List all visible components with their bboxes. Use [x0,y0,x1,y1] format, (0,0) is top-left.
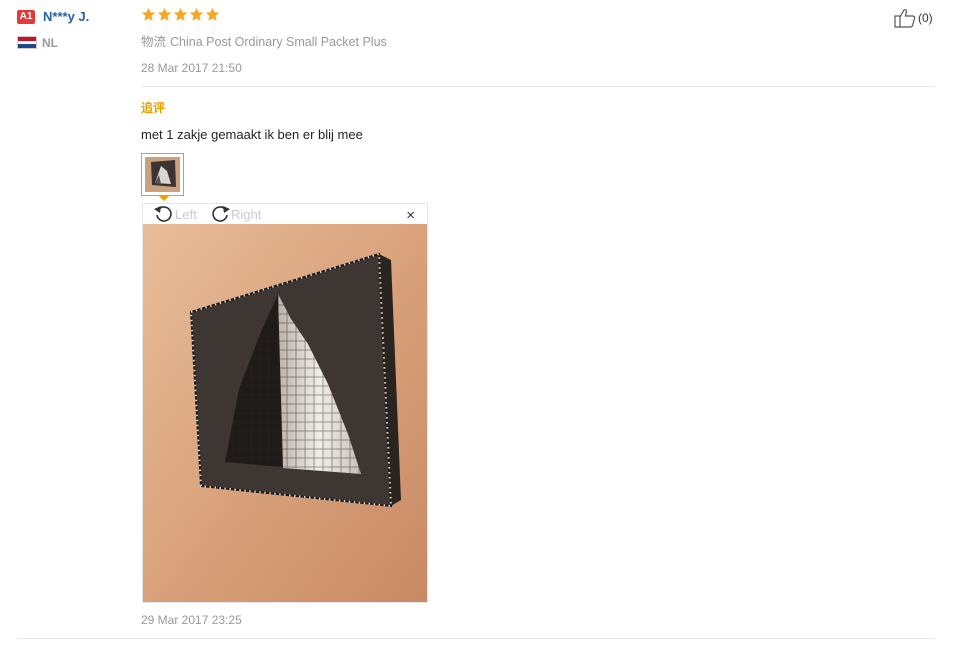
photo-viewer: Left Right × [142,203,428,603]
divider [17,638,935,639]
rotate-right-icon [212,206,230,222]
star-icon [189,7,204,21]
helpful-count: (0) [918,11,933,25]
star-rating [141,7,220,22]
rotate-left-button[interactable]: Left [153,204,197,224]
star-icon [157,7,172,21]
thumbs-up-icon [894,9,916,28]
review-date: 28 Mar 2017 21:50 [141,61,242,75]
followup-date: 29 Mar 2017 23:25 [141,613,242,627]
reviewer-name[interactable]: N***y J. [43,9,89,24]
thumbnail-pointer [158,195,170,201]
star-icon [173,7,188,21]
rotate-right-button[interactable]: Right [209,204,261,224]
close-viewer-button[interactable]: × [406,207,415,224]
star-icon [141,7,156,21]
level-badge: A1 [17,10,35,24]
country-flag-icon [17,36,37,49]
rotate-left-label: Left [175,206,197,222]
rotate-left-icon [154,206,172,222]
rotate-right-label: Right [231,206,262,222]
thumbnail-image [145,157,180,192]
review-photo [143,224,427,602]
divider [141,86,935,87]
photo-thumbnail[interactable] [141,153,184,196]
star-icon [205,7,220,21]
logistics-info: 物流 China Post Ordinary Small Packet Plus [141,31,387,50]
followup-title: 追评 [141,101,166,115]
helpful-button[interactable]: (0) [894,8,933,28]
country-code: NL [42,36,58,50]
logistics-label: 物流 [141,35,167,49]
followup-text: met 1 zakje gemaakt ik ben er blij mee [141,127,363,142]
logistics-value: China Post Ordinary Small Packet Plus [170,35,387,49]
